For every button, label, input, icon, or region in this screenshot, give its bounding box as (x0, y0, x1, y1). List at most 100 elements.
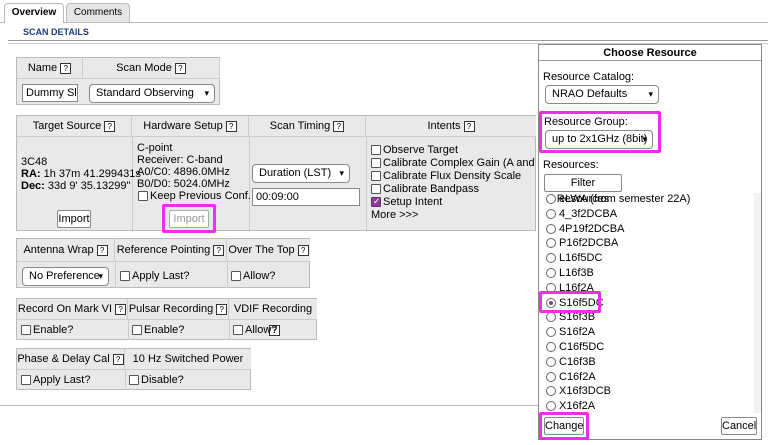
resource-item[interactable]: C16f5DC (546, 341, 604, 353)
resource-radio[interactable] (546, 401, 556, 412)
resource-radio[interactable] (546, 312, 556, 323)
row5-panel: Phase & Delay Cal? 10 Hz Switched Power … (16, 348, 251, 390)
resource-label: L16f5DC (559, 252, 603, 265)
intent-checkbox[interactable] (371, 158, 381, 169)
vdif-allow[interactable]: Allow? (233, 324, 277, 336)
resource-label: X16f3DCB (559, 385, 611, 398)
tab-overview[interactable]: Overview (4, 3, 64, 23)
intent-item[interactable]: Calibrate Bandpass (371, 183, 479, 195)
resource-item[interactable]: eLWA (from semester 22A) (546, 193, 690, 205)
group-value: up to 2x1GHz (8bit) (552, 133, 648, 145)
resource-radio[interactable] (546, 356, 556, 367)
disable-checkbox[interactable] (129, 375, 139, 386)
intent-item[interactable]: Setup Intent (371, 196, 442, 208)
resource-item[interactable]: S16f2A (546, 326, 595, 338)
help-icon[interactable]: ? (96, 244, 108, 256)
target-dec: Dec: 33d 9' 35.13299" (21, 180, 130, 192)
name-input[interactable]: Dummy Slew (22, 84, 78, 102)
resources-scrollbar[interactable] (754, 193, 761, 413)
resource-item[interactable]: 4P19f2DCBA (546, 223, 624, 235)
resource-radio[interactable] (546, 342, 556, 353)
phase-apply[interactable]: Apply Last? (21, 374, 90, 386)
resource-radio[interactable] (546, 223, 556, 234)
timing-value-input[interactable]: 00:09:00 (252, 188, 360, 206)
phase-header: Phase & Delay Cal? (17, 349, 125, 370)
keep-previous-conf[interactable]: Keep Previous Conf. (138, 190, 251, 202)
intent-checkbox[interactable] (371, 145, 381, 156)
disable-label: Disable? (141, 374, 184, 386)
pulsar-enable[interactable]: Enable? (132, 324, 184, 336)
col-divider (249, 137, 250, 232)
resource-radio[interactable] (546, 194, 556, 205)
enable-checkbox[interactable] (21, 325, 31, 336)
help-icon[interactable]: ? (112, 353, 124, 365)
resource-radio[interactable] (546, 386, 556, 397)
scan-mode-select[interactable]: Standard Observing ▾ (89, 84, 215, 103)
resource-item[interactable]: C16f2A (546, 371, 596, 383)
timing-mode-select[interactable]: Duration (LST) ▾ (252, 164, 350, 183)
resource-item[interactable]: X16f2A (546, 400, 595, 412)
intent-checkbox[interactable] (371, 171, 381, 182)
allow-label: Allow? (243, 270, 276, 282)
apply-last-checkbox[interactable] (21, 375, 31, 386)
scan-mode-header: Scan Mode? (83, 58, 220, 79)
help-icon[interactable]: ? (115, 303, 127, 315)
allow-checkbox[interactable] (231, 271, 241, 282)
intent-item[interactable]: Calibrate Complex Gain (A and P) (371, 157, 549, 169)
resource-item[interactable]: X16f3DCB (546, 385, 611, 397)
resource-item[interactable]: C16f3B (546, 356, 596, 368)
row3-panel: Antenna Wrap? Reference Pointing? Over T… (16, 238, 310, 288)
help-icon[interactable]: ? (333, 120, 345, 132)
ref-pointing-apply[interactable]: Apply Last? (120, 270, 189, 282)
help-icon[interactable]: ? (463, 120, 475, 132)
resource-radio[interactable] (546, 253, 556, 264)
resource-radio[interactable] (546, 208, 556, 219)
switched-disable[interactable]: Disable? (129, 374, 184, 386)
resource-item[interactable]: 4_3f2DCBA (546, 208, 617, 220)
chevron-down-icon: ▾ (648, 89, 653, 99)
resource-item[interactable]: S16f3B (546, 311, 595, 323)
resource-radio[interactable] (546, 268, 556, 279)
hardware-line2: Receiver: C-band (137, 154, 223, 166)
keep-previous-checkbox[interactable] (138, 191, 148, 202)
intent-item[interactable]: Observe Target (371, 144, 458, 156)
help-icon[interactable]: ? (213, 244, 225, 256)
over-top-allow[interactable]: Allow? (231, 270, 275, 282)
help-icon[interactable]: ? (297, 244, 309, 256)
intents-more-link[interactable]: More >>> (371, 209, 418, 221)
resource-item[interactable]: L16f5DC (546, 252, 602, 264)
antenna-wrap-value: No Preference (29, 270, 100, 282)
resource-item[interactable]: P16f2DCBA (546, 237, 618, 249)
allow-checkbox[interactable] (233, 325, 243, 336)
resource-radio[interactable] (546, 238, 556, 249)
antenna-wrap-select[interactable]: No Preference ▾ (22, 267, 109, 286)
tab-comments[interactable]: Comments (66, 3, 130, 22)
section-divider (8, 40, 768, 41)
intent-checkbox[interactable] (371, 184, 381, 195)
enable-checkbox[interactable] (132, 325, 142, 336)
enable-label: Enable? (33, 324, 74, 336)
cancel-button[interactable]: Cancel (721, 417, 757, 435)
help-icon[interactable]: ? (60, 62, 72, 74)
intent-item[interactable]: Calibrate Flux Density Scale (371, 170, 521, 182)
main-grid-panel: Target Source? Hardware Setup? Scan Timi… (16, 115, 549, 233)
help-icon[interactable]: ? (225, 120, 237, 132)
help-icon[interactable]: ? (174, 62, 186, 74)
resource-radio[interactable] (546, 327, 556, 338)
catalog-select[interactable]: NRAO Defaults ▾ (545, 85, 659, 104)
scan-timing-label: Scan Timing (269, 120, 331, 132)
resource-radio[interactable] (546, 371, 556, 382)
target-import-button[interactable]: Import (57, 210, 91, 228)
content-bottom-border (0, 405, 538, 406)
help-icon[interactable]: ? (216, 303, 228, 315)
allow-label: Allow? (245, 324, 278, 336)
apply-last-checkbox[interactable] (120, 271, 130, 282)
record-enable[interactable]: Enable? (21, 324, 73, 336)
help-icon[interactable]: ? (104, 120, 116, 132)
filter-resources-button[interactable]: Filter Resources (544, 174, 622, 205)
change-button[interactable]: Change (544, 417, 584, 435)
group-select[interactable]: up to 2x1GHz (8bit) ▾ (545, 130, 653, 149)
resource-item[interactable]: L16f3B (546, 267, 594, 279)
antenna-wrap-header: Antenna Wrap? (17, 239, 115, 262)
intent-checkbox[interactable] (371, 196, 381, 208)
